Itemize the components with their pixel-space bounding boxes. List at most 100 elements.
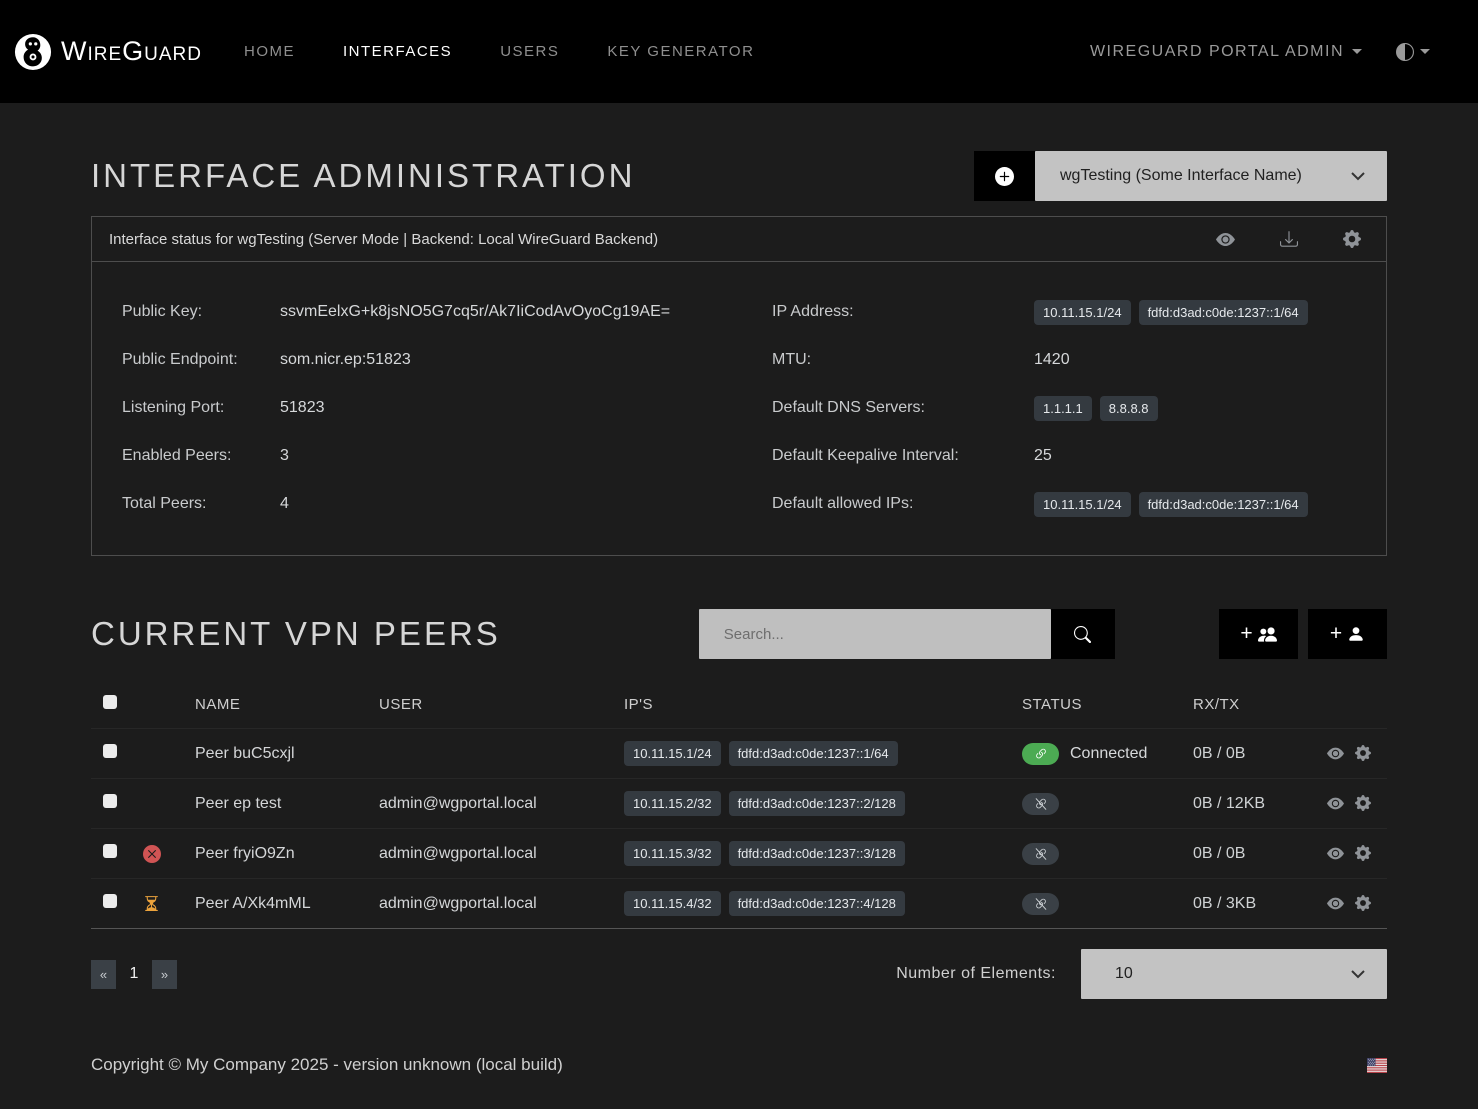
interface-status-card: Interface status for wgTesting (Server M… <box>91 216 1387 556</box>
field-label: Default allowed IPs: <box>772 495 1034 513</box>
field-label: Total Peers: <box>122 495 280 513</box>
add-multiple-peers-button[interactable]: + <box>1219 609 1298 659</box>
plus-sign: + <box>1330 622 1342 646</box>
pagination-prev-button[interactable]: « <box>91 960 116 989</box>
nav-item-home[interactable]: HOME <box>244 43 295 60</box>
disconnected-link-slash-icon <box>1022 793 1059 815</box>
listening-port-value: 51823 <box>280 399 325 417</box>
disconnected-link-slash-icon <box>1022 843 1059 865</box>
dns-badge: 1.1.1.1 <box>1034 396 1092 421</box>
status-label: Connected <box>1070 745 1147 763</box>
plus-circle-icon <box>995 167 1014 186</box>
admin-user-menu-label: WIREGUARD PORTAL ADMIN <box>1090 43 1344 61</box>
search-icon <box>1074 626 1091 643</box>
field-label: Default Keepalive Interval: <box>772 447 1034 465</box>
view-config-eye-icon[interactable] <box>1216 230 1235 249</box>
peers-section-title: CURRENT VPN PEERS <box>91 615 501 653</box>
field-label: MTU: <box>772 351 1034 369</box>
field-label: Listening Port: <box>122 399 280 417</box>
theme-toggle-menu[interactable] <box>1396 43 1430 61</box>
allowed-ip-badge: fdfd:d3ad:c0de:1237::1/64 <box>1139 492 1308 517</box>
peer-ip-badge: fdfd:d3ad:c0de:1237::2/128 <box>729 791 905 816</box>
public-endpoint-value: som.nicr.ep:51823 <box>280 351 411 369</box>
dns-badge: 8.8.8.8 <box>1100 396 1158 421</box>
peer-search-input[interactable] <box>699 609 1051 659</box>
select-all-checkbox[interactable] <box>103 695 117 709</box>
column-header-ips: IP'S <box>624 696 1022 713</box>
peer-user: admin@wgportal.local <box>379 895 624 913</box>
interface-select-value: wgTesting (Some Interface Name) <box>1060 167 1302 185</box>
enabled-peers-value: 3 <box>280 447 289 465</box>
disconnected-link-slash-icon <box>1022 893 1059 915</box>
rxtx-value: 0B / 12KB <box>1193 795 1312 813</box>
field-label: Default DNS Servers: <box>772 399 1034 417</box>
person-icon <box>1347 625 1365 643</box>
column-header-user: USER <box>379 696 624 713</box>
row-checkbox[interactable] <box>103 794 117 808</box>
row-checkbox[interactable] <box>103 844 117 858</box>
edit-peer-gear-icon[interactable] <box>1355 795 1371 812</box>
field-label: IP Address: <box>772 303 1034 321</box>
peer-name: Peer buC5cxjl <box>195 745 379 763</box>
pagination: « 1 » <box>91 960 177 989</box>
page-size-select[interactable]: 10 <box>1081 949 1387 999</box>
table-row: Peer fryiO9Zn admin@wgportal.local 10.11… <box>91 828 1387 878</box>
peer-user: admin@wgportal.local <box>379 795 624 813</box>
interface-settings-gear-icon[interactable] <box>1343 230 1361 249</box>
edit-peer-gear-icon[interactable] <box>1355 745 1371 762</box>
peer-ip-badge: 10.11.15.3/32 <box>624 841 721 866</box>
chevron-down-icon <box>1351 172 1365 181</box>
peer-ip-badge: fdfd:d3ad:c0de:1237::4/128 <box>729 891 905 916</box>
peers-table: NAME USER IP'S STATUS RX/TX Peer buC5cxj… <box>91 680 1387 929</box>
admin-user-menu[interactable]: WIREGUARD PORTAL ADMIN <box>1090 43 1362 61</box>
pagination-next-button[interactable]: » <box>152 960 177 989</box>
nav-item-key-generator[interactable]: KEY GENERATOR <box>607 43 754 60</box>
column-header-name: NAME <box>195 696 379 713</box>
add-interface-button[interactable] <box>974 151 1035 201</box>
table-row: Peer buC5cxjl 10.11.15.1/24 fdfd:d3ad:c0… <box>91 728 1387 778</box>
row-checkbox[interactable] <box>103 894 117 908</box>
peer-expired-x-circle-icon <box>143 845 195 863</box>
rxtx-value: 0B / 0B <box>1193 745 1312 763</box>
row-checkbox[interactable] <box>103 744 117 758</box>
field-label: Enabled Peers: <box>122 447 280 465</box>
view-peer-eye-icon[interactable] <box>1327 795 1344 812</box>
edit-peer-gear-icon[interactable] <box>1355 845 1371 862</box>
edit-peer-gear-icon[interactable] <box>1355 895 1371 912</box>
interface-select[interactable]: wgTesting (Some Interface Name) <box>1035 151 1387 201</box>
plus-sign: + <box>1240 622 1252 646</box>
field-label: Public Key: <box>122 303 280 321</box>
wireguard-dragon-icon <box>14 33 52 71</box>
nav-item-interfaces[interactable]: INTERFACES <box>343 43 452 60</box>
table-row: Peer A/Xk4mML admin@wgportal.local 10.11… <box>91 878 1387 928</box>
view-peer-eye-icon[interactable] <box>1327 745 1344 762</box>
chevron-down-icon <box>1351 970 1365 979</box>
circle-half-theme-icon <box>1396 43 1414 61</box>
copyright-text: Copyright © My Company 2025 - version un… <box>91 1055 563 1075</box>
total-peers-value: 4 <box>280 495 289 513</box>
view-peer-eye-icon[interactable] <box>1327 845 1344 862</box>
main-nav: HOME INTERFACES USERS KEY GENERATOR <box>244 43 754 60</box>
keepalive-value: 25 <box>1034 447 1052 465</box>
search-button[interactable] <box>1051 609 1115 659</box>
chevron-down-icon <box>1352 49 1362 54</box>
people-icon <box>1258 625 1277 644</box>
peer-user: admin@wgportal.local <box>379 845 624 863</box>
download-config-icon[interactable] <box>1280 230 1298 249</box>
peer-ip-badge: 10.11.15.1/24 <box>624 741 721 766</box>
view-peer-eye-icon[interactable] <box>1327 895 1344 912</box>
page-title: INTERFACE ADMINISTRATION <box>91 157 635 195</box>
rxtx-value: 0B / 0B <box>1193 845 1312 863</box>
nav-item-users[interactable]: USERS <box>500 43 559 60</box>
add-peer-button[interactable]: + <box>1308 609 1387 659</box>
mtu-value: 1420 <box>1034 351 1070 369</box>
language-us-flag-icon[interactable] <box>1367 1058 1387 1073</box>
peer-ip-badge: fdfd:d3ad:c0de:1237::3/128 <box>729 841 905 866</box>
peer-ip-badge: 10.11.15.2/32 <box>624 791 721 816</box>
ip-badge: fdfd:d3ad:c0de:1237::1/64 <box>1139 300 1308 325</box>
page-size-value: 10 <box>1115 965 1133 983</box>
brand-logo[interactable]: WireGuard <box>14 33 202 71</box>
peer-ip-badge: fdfd:d3ad:c0de:1237::1/64 <box>729 741 898 766</box>
public-key-value: ssvmEelxG+k8jsNO5G7cq5r/Ak7IiCodAvOyoCg1… <box>280 303 670 321</box>
column-header-status: STATUS <box>1022 696 1193 713</box>
